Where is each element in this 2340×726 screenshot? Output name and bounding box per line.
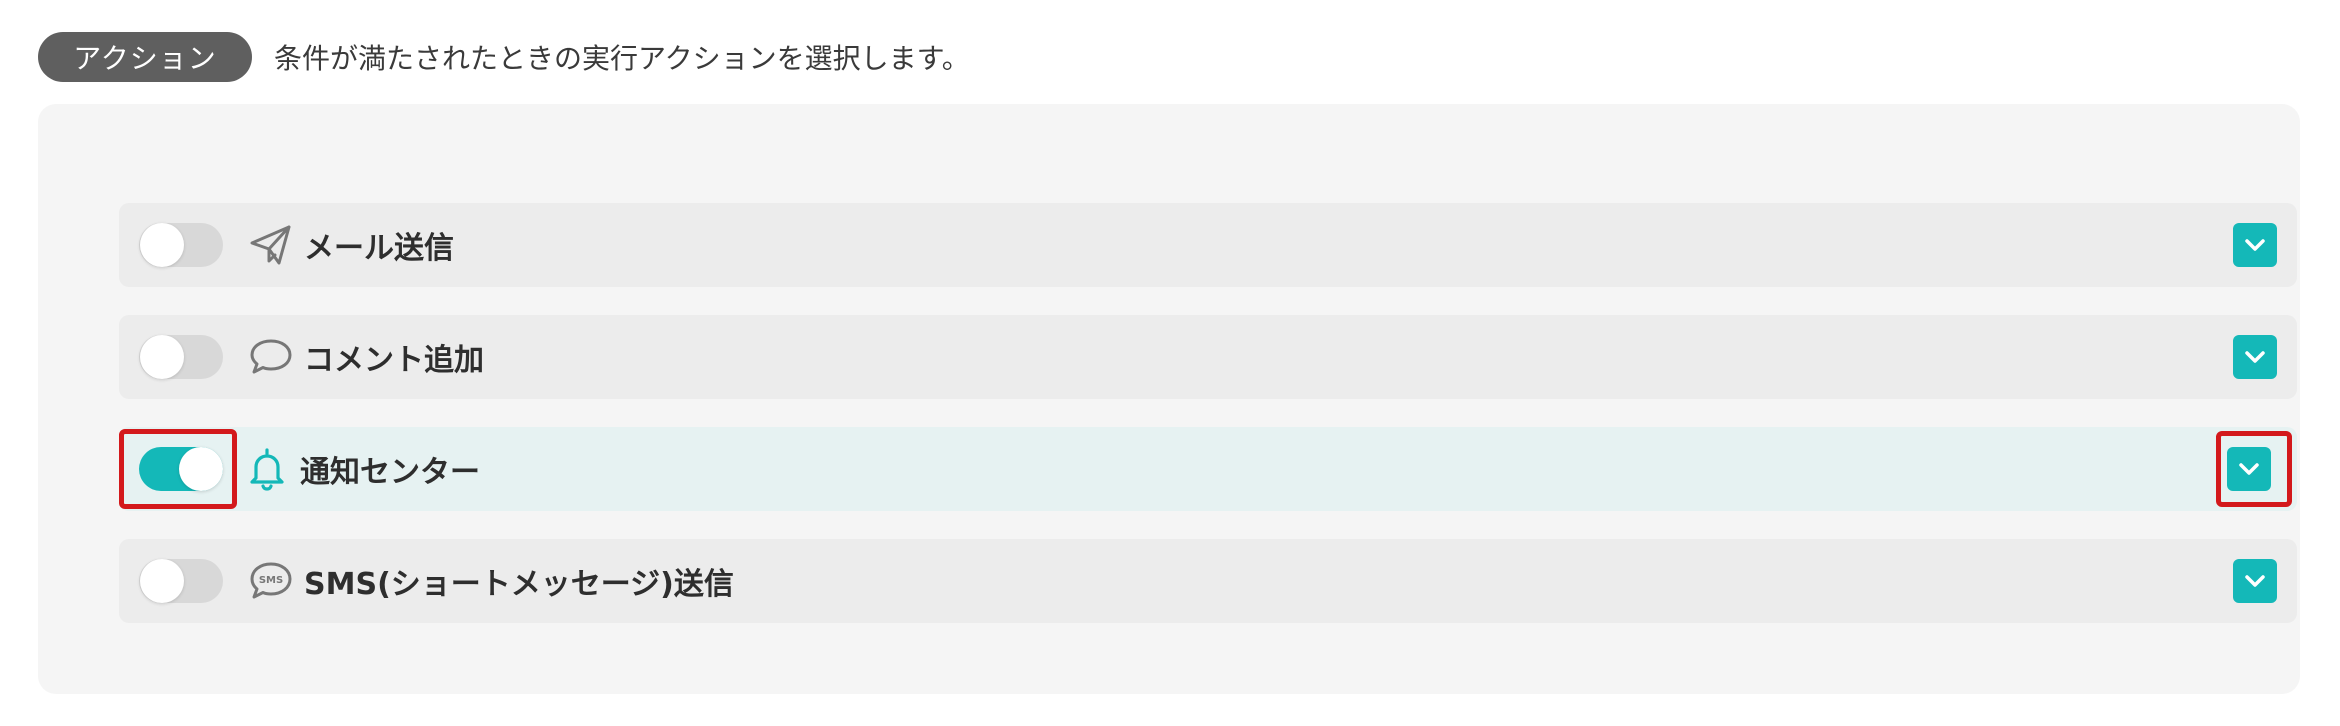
chevron-down-icon xyxy=(2245,239,2265,251)
sms-toggle[interactable] xyxy=(139,559,223,603)
action-row-notification: 通知センター xyxy=(119,427,2297,511)
sms-bubble-icon: SMS xyxy=(250,562,292,599)
action-row-mail: メール送信 xyxy=(119,203,2297,287)
mail-toggle[interactable] xyxy=(139,223,223,267)
notification-label: 通知センター xyxy=(300,455,480,490)
toggle-knob xyxy=(140,559,184,603)
sms-expand-button[interactable] xyxy=(2233,559,2277,603)
notification-toggle[interactable] xyxy=(139,447,223,491)
mail-expand-button[interactable] xyxy=(2233,223,2277,267)
comment-expand-button[interactable] xyxy=(2233,335,2277,379)
section-badge: アクション xyxy=(38,32,252,82)
comment-label: コメント追加 xyxy=(304,343,484,378)
bell-icon xyxy=(250,448,284,491)
toggle-knob xyxy=(140,223,184,267)
svg-text:SMS: SMS xyxy=(259,575,283,586)
comment-toggle[interactable] xyxy=(139,335,223,379)
chevron-down-icon xyxy=(2239,463,2259,475)
action-row-sms: SMS SMS(ショートメッセージ)送信 xyxy=(119,539,2297,623)
chevron-down-icon xyxy=(2245,351,2265,363)
chevron-down-icon xyxy=(2245,575,2265,587)
notification-expand-button[interactable] xyxy=(2227,447,2271,491)
toggle-knob xyxy=(179,447,223,491)
toggle-knob xyxy=(140,335,184,379)
sms-label: SMS(ショートメッセージ)送信 xyxy=(304,567,734,602)
section-description: 条件が満たされたときの実行アクションを選択します。 xyxy=(274,42,970,75)
mail-label: メール送信 xyxy=(304,231,454,266)
speech-bubble-icon xyxy=(250,339,292,374)
action-row-comment: コメント追加 xyxy=(119,315,2297,399)
actions-panel: メール送信 コメント追加 通知センター SMS SMS(ショートメッセージ)送信 xyxy=(38,104,2300,694)
paper-plane-icon xyxy=(250,225,291,265)
section-header: アクション 条件が満たされたときの実行アクションを選択します。 xyxy=(38,32,970,82)
